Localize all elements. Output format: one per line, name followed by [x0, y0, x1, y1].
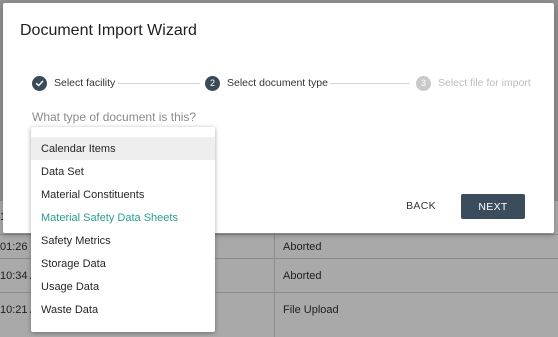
dropdown-option-usage-data[interactable]: Usage Data [31, 275, 215, 298]
document-type-question: What type of document is this? [32, 110, 197, 124]
dropdown-option-material-safety-data-sheets[interactable]: Material Safety Data Sheets [31, 206, 215, 229]
checkmark-icon [32, 75, 47, 91]
step-select-facility: Select facility [32, 75, 115, 91]
dropdown-option-calendar-items[interactable]: Calendar Items [31, 137, 215, 160]
back-button[interactable]: BACK [400, 196, 442, 216]
dropdown-option-data-set[interactable]: Data Set [31, 160, 215, 183]
table-cell-status: Aborted [283, 241, 322, 253]
dialog-title: Document Import Wizard [20, 22, 197, 39]
dropdown-option-storage-data[interactable]: Storage Data [31, 252, 215, 275]
step-label: Select facility [54, 77, 116, 89]
step-number: 2 [205, 75, 220, 91]
table-cell-status: Aborted [283, 270, 322, 282]
dropdown-option-waste-data[interactable]: Waste Data [31, 298, 215, 321]
dropdown-option-safety-metrics[interactable]: Safety Metrics [31, 229, 215, 252]
step-number: 3 [416, 75, 431, 91]
dropdown-option-material-constituents[interactable]: Material Constituents [31, 183, 215, 206]
step-select-document-type: 2 Select document type [205, 75, 328, 91]
next-button[interactable]: NEXT [461, 194, 525, 219]
step-select-file: 3 Select file for import [416, 75, 531, 91]
document-type-dropdown: Calendar Items Data Set Material Constit… [31, 127, 215, 332]
step-label: Select document type [227, 77, 328, 89]
step-label: Select file for import [438, 77, 531, 89]
step-connector [330, 83, 410, 84]
table-cell-status: File Upload [283, 304, 339, 316]
step-connector [118, 83, 200, 84]
